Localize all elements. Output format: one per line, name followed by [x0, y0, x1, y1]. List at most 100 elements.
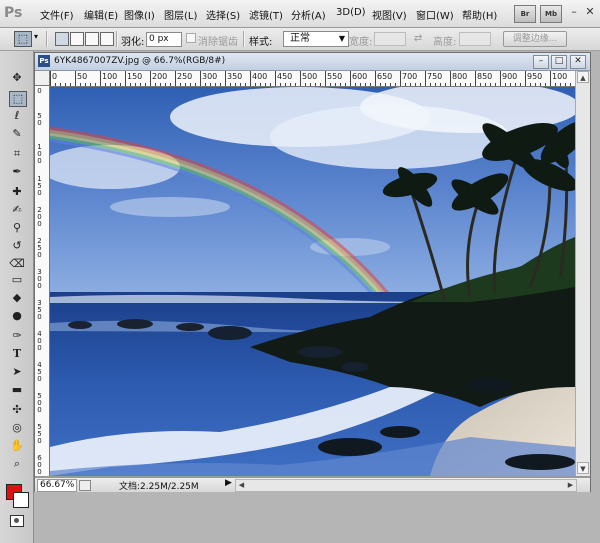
- scroll-right-icon[interactable]: ▶: [565, 480, 576, 491]
- menu-filter[interactable]: 滤镜(T): [249, 7, 283, 22]
- 3d-rotate-tool-icon[interactable]: ✣: [9, 403, 25, 417]
- hand-tool-icon[interactable]: ✋: [9, 439, 25, 453]
- feather-label: 羽化:: [121, 37, 145, 48]
- status-menu-arrow-icon[interactable]: ▶: [225, 478, 232, 488]
- ruler-v-label: 600: [37, 454, 42, 476]
- width-input[interactable]: [374, 32, 406, 46]
- intersect-selection-icon[interactable]: [100, 32, 114, 46]
- doc-minimize-button[interactable]: –: [533, 55, 549, 69]
- menu-select[interactable]: 选择(S): [206, 7, 240, 22]
- zoom-tool-icon[interactable]: ⌕: [9, 457, 25, 471]
- menu-3d[interactable]: 3D(D): [336, 7, 366, 18]
- vertical-scrollbar[interactable]: ▲ ▼: [575, 71, 590, 476]
- dodge-tool-icon[interactable]: ●: [9, 309, 25, 323]
- scroll-left-icon[interactable]: ◀: [236, 480, 247, 491]
- ruler-v-label: 100: [37, 143, 42, 165]
- eraser-tool-icon[interactable]: ⌫: [9, 257, 25, 271]
- menu-file[interactable]: 文件(F): [40, 7, 74, 22]
- ruler-h-label: 700: [402, 72, 418, 81]
- bridge-button[interactable]: Br: [514, 5, 536, 23]
- horizontal-ruler[interactable]: 0 50 100 150 200 250 300 350 400 450 500…: [50, 71, 575, 87]
- refine-edge-button[interactable]: 调整边缘...: [503, 31, 567, 47]
- ruler-h-label: 500: [302, 72, 318, 81]
- quick-selection-tool-icon[interactable]: ✎: [9, 127, 25, 141]
- ruler-h-label: 0: [52, 72, 58, 81]
- ruler-h-label: 400: [252, 72, 268, 81]
- ruler-v-label: 300: [37, 268, 42, 290]
- style-select[interactable]: 正常 ▼: [283, 31, 349, 47]
- horizontal-scrollbar[interactable]: ◀ ▶: [235, 479, 577, 492]
- clone-stamp-tool-icon[interactable]: ⚲: [9, 221, 25, 235]
- menu-analysis[interactable]: 分析(A): [291, 7, 326, 22]
- mini-bridge-button[interactable]: Mb: [540, 5, 562, 23]
- gradient-tool-icon[interactable]: ▭: [9, 273, 25, 287]
- ruler-v-label: 450: [37, 361, 42, 383]
- doc-close-button[interactable]: ✕: [570, 55, 586, 69]
- style-select-value: 正常: [290, 33, 310, 44]
- healing-brush-tool-icon[interactable]: ✚: [9, 185, 25, 199]
- menu-layer[interactable]: 图层(L): [164, 7, 197, 22]
- document-size-info: 文档:2.25M/2.25M: [119, 482, 199, 492]
- swap-icon[interactable]: ⇄: [414, 33, 422, 44]
- vertical-ruler[interactable]: 0 50 100 150 200 250 300 350 400 450 500…: [35, 86, 50, 476]
- document-window: Ps 6YK4867007ZV.jpg @ 66.7%(RGB/8#) – □ …: [34, 52, 591, 492]
- move-tool-icon[interactable]: ✥: [9, 71, 25, 85]
- pen-tool-icon[interactable]: ✑: [9, 329, 25, 343]
- scroll-down-icon[interactable]: ▼: [577, 462, 589, 474]
- ruler-h-label: 950: [527, 72, 543, 81]
- menu-image[interactable]: 图像(I): [124, 7, 155, 22]
- path-selection-tool-icon[interactable]: ➤: [9, 365, 25, 379]
- eyedropper-tool-icon[interactable]: ✒: [9, 165, 25, 179]
- shape-tool-icon[interactable]: ▬: [9, 383, 25, 397]
- document-title: 6YK4867007ZV.jpg @ 66.7%(RGB/8#): [54, 56, 226, 66]
- background-color-swatch[interactable]: [13, 492, 29, 508]
- doc-restore-button[interactable]: □: [551, 55, 567, 69]
- ruler-v-label: 500: [37, 392, 42, 414]
- ruler-h-label: 550: [327, 72, 343, 81]
- menu-window[interactable]: 窗口(W): [416, 7, 454, 22]
- ruler-h-label: 450: [277, 72, 293, 81]
- ruler-v-label: 550: [37, 423, 42, 445]
- blur-tool-icon[interactable]: ◆: [9, 291, 25, 305]
- lasso-tool-icon[interactable]: ℓ: [9, 109, 25, 123]
- tool-panel: ✥ ⬚ ℓ ✎ ⌗ ✒ ✚ ✍ ⚲ ↺ ⌫ ▭ ◆ ● ✑ T ➤ ▬ ✣ ◎ …: [0, 51, 34, 543]
- app-close-button[interactable]: ✕: [582, 5, 598, 20]
- ruler-h-label: 350: [227, 72, 243, 81]
- antialias-checkbox[interactable]: [186, 33, 196, 43]
- app-minimize-button[interactable]: –: [566, 5, 582, 20]
- menu-help[interactable]: 帮助(H): [462, 7, 497, 22]
- menu-edit[interactable]: 编辑(E): [84, 7, 118, 22]
- scroll-up-icon[interactable]: ▲: [577, 71, 589, 83]
- status-info-icon[interactable]: [79, 480, 91, 491]
- brush-tool-icon[interactable]: ✍: [9, 203, 25, 217]
- image-canvas[interactable]: [50, 87, 575, 476]
- options-bar: ⬚ ▾ 羽化: 0 px 消除锯齿 样式: 正常 ▼ 宽度: ⇄ 高度: 调整边…: [0, 28, 600, 51]
- photoshop-doc-icon: Ps: [38, 55, 50, 67]
- type-tool-icon[interactable]: T: [9, 347, 25, 361]
- style-label: 样式:: [249, 37, 273, 48]
- ruler-h-label: 150: [127, 72, 143, 81]
- document-title-bar[interactable]: Ps 6YK4867007ZV.jpg @ 66.7%(RGB/8#) – □ …: [35, 53, 590, 71]
- crop-tool-icon[interactable]: ⌗: [9, 147, 25, 161]
- ruler-h-label: 650: [377, 72, 393, 81]
- height-input[interactable]: [459, 32, 491, 46]
- ruler-h-label: 850: [477, 72, 493, 81]
- subtract-from-selection-icon[interactable]: [85, 32, 99, 46]
- marquee-tool-icon[interactable]: ⬚: [9, 91, 27, 107]
- quick-mask-icon[interactable]: [10, 515, 24, 527]
- 3d-orbit-tool-icon[interactable]: ◎: [9, 421, 25, 435]
- marquee-preset-icon[interactable]: ⬚: [14, 31, 32, 47]
- ruler-h-label: 50: [77, 72, 88, 81]
- preset-dropdown-icon[interactable]: ▾: [34, 32, 38, 41]
- new-selection-icon[interactable]: [55, 32, 69, 46]
- beach-rainbow-photo: [50, 87, 575, 476]
- zoom-level-field[interactable]: 66.67%: [37, 479, 77, 492]
- ruler-h-label: 900: [502, 72, 518, 81]
- ruler-h-label: 300: [202, 72, 218, 81]
- ruler-h-label: 750: [427, 72, 443, 81]
- history-brush-tool-icon[interactable]: ↺: [9, 239, 25, 253]
- menu-view[interactable]: 视图(V): [372, 7, 407, 22]
- ruler-origin[interactable]: [35, 71, 50, 86]
- add-to-selection-icon[interactable]: [70, 32, 84, 46]
- feather-input[interactable]: 0 px: [146, 32, 182, 47]
